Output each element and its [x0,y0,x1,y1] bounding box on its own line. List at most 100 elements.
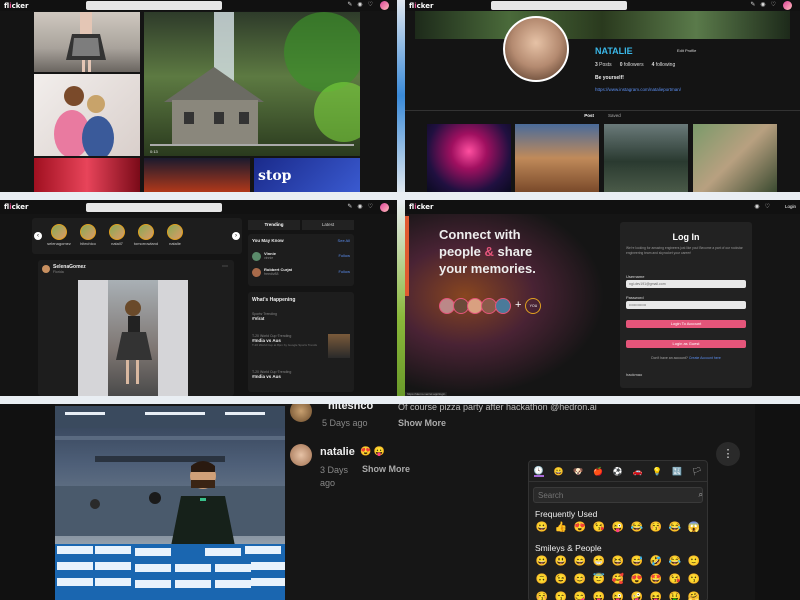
tab-trending[interactable]: Trending [248,220,300,230]
food-category-icon[interactable]: 🍎 [593,467,603,476]
show-more-link[interactable]: Show More [362,464,410,474]
add-post-icon[interactable]: ✎ [750,1,755,10]
emoji-button[interactable]: 🤪 [630,591,644,600]
comment-post-image[interactable] [55,406,285,600]
travel-category-icon[interactable]: 🚗 [633,467,643,476]
login-button[interactable]: Login To Account [626,320,746,328]
explore-icon[interactable]: ◉ [357,1,362,10]
heart-icon[interactable]: ♡ [771,1,776,10]
activity-category-icon[interactable]: ⚽ [613,467,623,476]
password-field[interactable]: •••••••••••••• [626,301,746,309]
emoji-button[interactable]: 😝 [649,591,663,600]
post-options-icon[interactable]: ⋯ [222,263,228,270]
grid-photo-flowers[interactable] [34,158,140,192]
emoji-button[interactable]: 😙 [554,591,568,600]
edit-profile-button[interactable]: Edit Profile [677,48,696,53]
explore-icon[interactable]: ◉ [357,203,362,212]
emoji-search-input[interactable] [533,487,703,503]
trend-item[interactable]: Sports·Trending #Virat [252,312,350,321]
smileys-category-icon[interactable]: 😀 [554,467,564,476]
emoji-button[interactable]: 😂 [630,521,644,535]
avatar[interactable] [252,252,261,261]
emoji-button[interactable]: 😘 [592,521,606,535]
show-more-link[interactable]: Show More [398,418,446,428]
emoji-button[interactable]: 🙃 [535,573,549,587]
brand-logo[interactable]: flicker [409,203,433,211]
comment-username[interactable]: hiteshco [328,404,373,412]
stories-prev-button[interactable]: ‹ [34,232,42,240]
heart-icon[interactable]: ♡ [765,203,770,212]
trend-item[interactable]: T-20 World Cup·Trending #India vs Aus [252,370,350,379]
comment-more-button[interactable]: ⋮ [716,442,740,466]
emoji-button[interactable]: 😍 [630,573,644,587]
emoji-button[interactable]: 😊 [573,573,587,587]
profile-avatar[interactable] [503,16,569,82]
brand-logo[interactable]: flicker [4,2,28,10]
explore-icon[interactable]: ◉ [760,1,765,10]
objects-category-icon[interactable]: 💡 [652,467,662,476]
guest-login-button[interactable]: Login as Guest [626,340,746,348]
username-field[interactable]: ngi.dev191@gmail.com [626,280,746,288]
heart-icon[interactable]: ♡ [368,203,373,212]
grid-photo-night[interactable] [144,158,250,192]
emoji-button[interactable]: 😍 [573,521,587,535]
add-post-icon[interactable]: ✎ [347,203,352,212]
story-item[interactable]: hitechico [75,224,101,246]
symbols-category-icon[interactable]: 🔣 [672,467,682,476]
emoji-button[interactable]: 😚 [649,521,663,535]
emoji-button[interactable]: 😄 [573,555,587,569]
follow-button[interactable]: Follow [338,269,350,274]
avatar[interactable] [252,268,261,277]
emoji-button[interactable]: 😗 [687,573,701,587]
emoji-button[interactable]: 😂 [668,555,682,569]
add-post-icon[interactable]: ✎ [347,1,352,10]
emoji-button[interactable]: 😅 [630,555,644,569]
emoji-button[interactable]: 😆 [611,555,625,569]
emoji-button[interactable]: 🙂 [687,555,701,569]
emoji-button[interactable]: 🥰 [611,573,625,587]
brand-logo[interactable]: flicker [409,2,433,10]
animals-category-icon[interactable]: 🐶 [573,467,583,476]
emoji-button[interactable]: 🤗 [687,591,701,600]
recent-category-icon[interactable]: 🕓 [533,466,544,477]
profile-post-colosseum[interactable] [515,124,599,192]
story-item[interactable]: natali7 [104,224,130,246]
emoji-button[interactable]: 🤣 [649,555,663,569]
emoji-button[interactable]: 😱 [687,521,701,535]
tab-saved[interactable]: Saved [608,111,621,121]
tab-post[interactable]: Post [584,111,594,121]
emoji-button[interactable]: 🤑 [668,591,682,600]
profile-post-bay[interactable] [604,124,688,192]
story-item[interactable]: natalie [162,224,188,246]
heart-icon[interactable]: ♡ [368,1,373,10]
profile-post-bridge[interactable] [693,124,777,192]
grid-photo-hug[interactable] [34,74,140,160]
profile-post-fireworks[interactable] [427,124,511,192]
comment-username[interactable]: natalie [320,446,355,458]
post-author-avatar[interactable] [42,265,50,273]
grid-photo-stop[interactable]: stop [254,158,360,192]
trend-item[interactable]: T-20 World Cup·Trending #India vs Aus T-… [252,334,350,360]
emoji-button[interactable]: 😂 [668,521,682,535]
emoji-button[interactable]: 😇 [592,573,606,587]
tab-latest[interactable]: Latest [302,220,354,230]
emoji-button[interactable]: 🤩 [649,573,663,587]
flags-category-icon[interactable]: 🏳 [692,467,702,476]
emoji-button[interactable]: 😉 [554,573,568,587]
search-input[interactable] [491,1,627,10]
profile-link[interactable]: https://www.instagram.com/natalieportman… [595,87,681,92]
signup-link[interactable]: Create Account here [689,356,721,360]
emoji-button[interactable]: 😜 [611,591,625,600]
story-item[interactable]: tomorrowland [133,224,159,246]
search-input[interactable] [86,203,222,212]
search-input[interactable] [86,1,222,10]
emoji-button[interactable]: 😘 [668,573,682,587]
emoji-button[interactable]: 👍 [554,521,568,535]
emoji-button[interactable]: 😃 [554,555,568,569]
emoji-button[interactable]: 😋 [573,591,587,600]
story-item[interactable]: selenagomez [46,224,72,246]
follow-button[interactable]: Follow [338,253,350,258]
nav-login-link[interactable]: Login [785,204,796,209]
comment-avatar[interactable] [290,444,312,466]
stories-next-button[interactable]: › [232,232,240,240]
